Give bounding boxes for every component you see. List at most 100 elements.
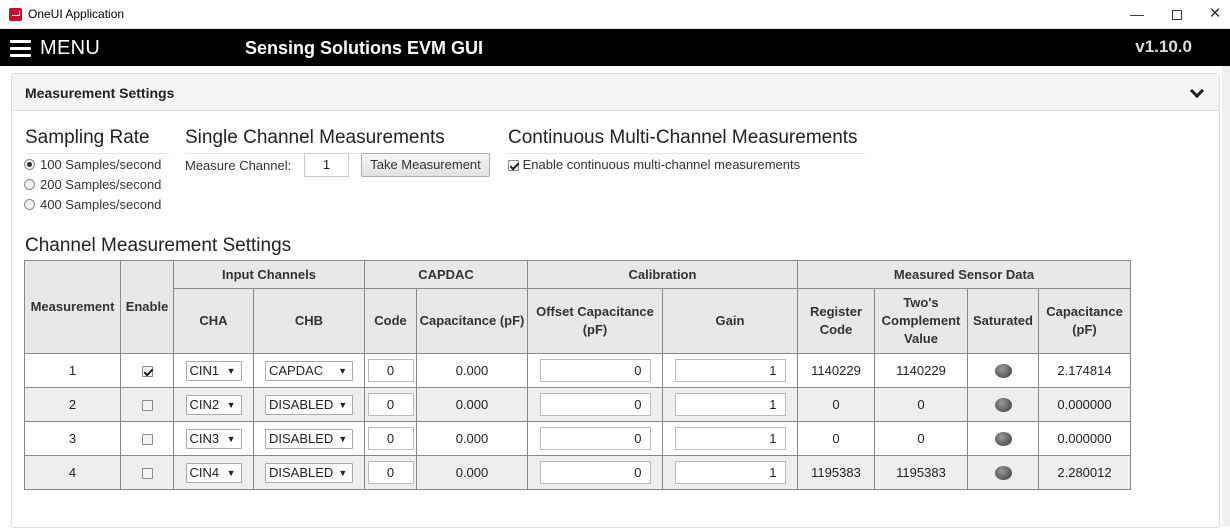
offset-input[interactable]: 0 xyxy=(539,393,651,416)
register-code: 1140229 xyxy=(797,353,875,388)
page-scrollbar[interactable] xyxy=(1222,66,1230,526)
measurement-number: 2 xyxy=(24,387,121,422)
cha-select[interactable]: CIN3 ▼ xyxy=(185,428,242,449)
code-cell: 0 xyxy=(364,455,417,490)
chb-select[interactable]: DISABLED ▼ xyxy=(265,462,353,483)
cha-select[interactable]: CIN4 ▼ xyxy=(185,462,242,483)
menu-button[interactable]: MENU xyxy=(10,36,100,60)
maximize-button[interactable] xyxy=(1162,4,1192,24)
capacitance: 0.000000 xyxy=(1038,387,1131,422)
header-gain: Gain xyxy=(662,288,798,354)
measure-channel-input[interactable]: 1 xyxy=(304,153,349,177)
header-code: Code xyxy=(364,288,417,354)
offset-input[interactable]: 0 xyxy=(539,461,651,484)
chb-value: CAPDAC xyxy=(269,363,324,378)
chb-select[interactable]: CAPDAC ▼ xyxy=(265,360,353,381)
sampling-rate-option-200[interactable]: 200 Samples/second xyxy=(24,175,161,193)
chb-cell: CAPDAC ▼ xyxy=(253,353,365,388)
cha-value: CIN3 xyxy=(189,431,220,446)
dropdown-arrow-icon: ▼ xyxy=(338,467,348,478)
saturated-indicator-icon xyxy=(994,398,1012,413)
code-input[interactable]: 0 xyxy=(367,393,414,416)
offset-cell: 0 xyxy=(527,421,663,456)
channel-measurement-table: Measurement Enable Input Channels CAPDAC… xyxy=(24,260,1131,490)
hamburger-icon xyxy=(10,39,31,57)
cha-select[interactable]: CIN1 ▼ xyxy=(185,360,242,381)
offset-input[interactable]: 0 xyxy=(539,359,651,382)
code-cell: 0 xyxy=(364,421,417,456)
capdac-capacitance: 0.000 xyxy=(416,387,528,422)
radio-button[interactable] xyxy=(24,198,35,210)
divider xyxy=(25,153,169,154)
header-measured-sensor-data: Measured Sensor Data xyxy=(797,260,1131,289)
header-measurement: Measurement xyxy=(24,260,121,354)
continuous-enable-label: Enable continuous multi-channel measurem… xyxy=(522,157,801,172)
header-input-channels: Input Channels xyxy=(173,260,365,289)
capdac-capacitance: 0.000 xyxy=(416,421,528,456)
radio-button[interactable] xyxy=(24,178,35,190)
chb-value: DISABLED xyxy=(269,431,334,446)
header-register-code: Register Code xyxy=(797,288,875,354)
close-window-button[interactable]: ✕ xyxy=(1200,4,1230,24)
sampling-rate-option-100[interactable]: 100 Samples/second xyxy=(24,155,161,173)
chb-select[interactable]: DISABLED ▼ xyxy=(265,394,353,415)
capdac-capacitance: 0.000 xyxy=(416,353,528,388)
app-logo-icon xyxy=(9,8,22,21)
enable-cell xyxy=(120,421,174,456)
table-row: 4 CIN4 ▼ DISABLED ▼ 0 0.000 0 1 1195383 11… xyxy=(24,455,1131,490)
code-input[interactable]: 0 xyxy=(367,359,414,382)
code-input[interactable]: 0 xyxy=(367,461,414,484)
sampling-rate-title: Sampling Rate xyxy=(25,127,150,148)
offset-input[interactable]: 0 xyxy=(539,427,651,450)
chb-select[interactable]: DISABLED ▼ xyxy=(265,428,353,449)
enable-checkbox[interactable] xyxy=(141,434,153,446)
cha-cell: CIN4 ▼ xyxy=(173,455,254,490)
twos-complement: 0 xyxy=(874,387,968,422)
continuous-title: Continuous Multi-Channel Measurements xyxy=(508,127,858,148)
offset-cell: 0 xyxy=(527,455,663,490)
enable-cell xyxy=(120,455,174,490)
header-capdac: CAPDAC xyxy=(364,260,528,289)
dropdown-arrow-icon: ▼ xyxy=(226,433,236,444)
saturated-cell xyxy=(967,455,1039,490)
enable-checkbox[interactable] xyxy=(141,366,153,378)
code-input[interactable]: 0 xyxy=(367,427,414,450)
take-measurement-button[interactable]: Take Measurement xyxy=(361,153,490,177)
window-title: OneUI Application xyxy=(28,7,125,21)
chb-value: DISABLED xyxy=(269,397,334,412)
app-title: Sensing Solutions EVM GUI xyxy=(245,38,484,58)
gain-cell: 1 xyxy=(662,421,798,456)
measurement-number: 4 xyxy=(24,455,121,490)
saturated-cell xyxy=(967,421,1039,456)
gain-input[interactable]: 1 xyxy=(674,427,786,450)
gain-input[interactable]: 1 xyxy=(674,393,786,416)
continuous-enable-row[interactable]: Enable continuous multi-channel measurem… xyxy=(508,157,800,172)
radio-label: 100 Samples/second xyxy=(40,156,162,172)
app-header: MENU Sensing Solutions EVM GUI v1.10.0 xyxy=(0,29,1230,66)
capacitance: 0.000000 xyxy=(1038,421,1131,456)
dropdown-arrow-icon: ▼ xyxy=(226,399,236,410)
header-chb: CHB xyxy=(253,288,365,354)
twos-complement: 1140229 xyxy=(874,353,968,388)
code-cell: 0 xyxy=(364,353,417,388)
continuous-enable-checkbox[interactable] xyxy=(508,160,519,172)
enable-cell xyxy=(120,387,174,422)
cha-select[interactable]: CIN2 ▼ xyxy=(185,394,242,415)
saturated-indicator-icon xyxy=(994,364,1012,379)
enable-checkbox[interactable] xyxy=(141,400,153,412)
radio-button[interactable] xyxy=(24,158,35,170)
table-row: 1 CIN1 ▼ CAPDAC ▼ 0 0.000 0 1 1140229 1140… xyxy=(24,353,1131,388)
chevron-down-icon[interactable] xyxy=(1189,83,1205,99)
gain-cell: 1 xyxy=(662,353,798,388)
gain-input[interactable]: 1 xyxy=(674,461,786,484)
chb-cell: DISABLED ▼ xyxy=(253,455,365,490)
channel-settings-title: Channel Measurement Settings xyxy=(25,235,292,256)
minimize-button[interactable]: — xyxy=(1122,4,1152,24)
gain-input[interactable]: 1 xyxy=(674,359,786,382)
sampling-rate-option-400[interactable]: 400 Samples/second xyxy=(24,195,161,213)
window-titlebar: OneUI Application — ✕ xyxy=(0,0,1230,29)
enable-checkbox[interactable] xyxy=(141,468,153,480)
panel-heading[interactable]: Measurement Settings xyxy=(12,74,1219,111)
dropdown-arrow-icon: ▼ xyxy=(226,365,236,376)
cha-cell: CIN2 ▼ xyxy=(173,387,254,422)
